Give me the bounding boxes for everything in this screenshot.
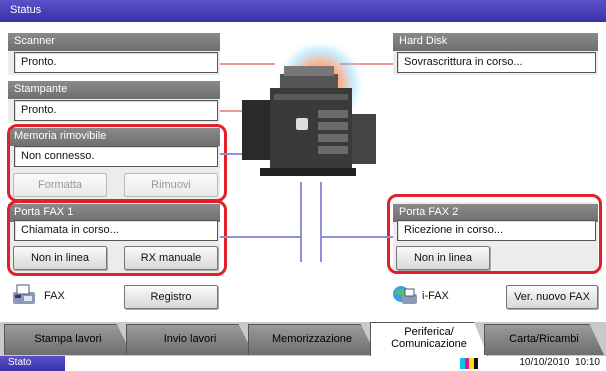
fax-port-2-status: Ricezione in corso... <box>397 220 596 241</box>
tab-print-jobs[interactable]: Stampa lavori <box>4 324 132 355</box>
status-button[interactable]: Stato <box>0 356 65 371</box>
tab-paper-supplies[interactable]: Carta/Ricambi <box>484 324 604 355</box>
tab-device-communication[interactable]: Periferica/ Comunicazione <box>370 322 488 356</box>
tab-device-line1: Periferica/ <box>404 326 454 338</box>
manual-rx-button[interactable]: RX manuale <box>124 246 218 270</box>
scanner-status: Pronto. <box>14 52 218 73</box>
fax-icon <box>13 284 35 304</box>
format-button[interactable]: Formatta <box>13 173 107 197</box>
tab-device-line2: Comunicazione <box>391 338 467 350</box>
tab-send-jobs[interactable]: Invio lavori <box>126 324 254 355</box>
printer-connector <box>220 110 242 112</box>
title-bar: Status <box>0 0 606 22</box>
fax-1-vertical-connector <box>300 182 302 262</box>
printer-status: Pronto. <box>14 100 218 121</box>
remove-button[interactable]: Rimuovi <box>124 173 218 197</box>
removable-memory-status: Non connesso. <box>14 146 218 167</box>
hard-disk-status: Sovrascrittura in corso... <box>397 52 596 73</box>
window-title: Status <box>10 4 42 16</box>
fax-2-vertical-connector <box>320 182 322 262</box>
scanner-label: Scanner <box>8 33 220 51</box>
toner-black <box>473 358 478 369</box>
status-panel: Scanner Pronto. Stampante Pronto. Memori… <box>0 22 606 322</box>
fax-2-connector <box>320 236 393 238</box>
removable-memory-label: Memoria rimovibile <box>8 128 220 146</box>
check-new-fax-button[interactable]: Ver. nuovo FAX <box>506 285 598 309</box>
datetime: 10/10/2010 10:10 <box>519 357 600 368</box>
hard-disk-label: Hard Disk <box>393 33 598 51</box>
fax-1-connector <box>220 236 302 238</box>
status-bar: Stato 10/10/2010 10:10 <box>0 356 606 371</box>
fax-port-1-offline-button[interactable]: Non in linea <box>13 246 107 270</box>
printer-label: Stampante <box>8 81 220 99</box>
ifax-icon <box>393 286 417 304</box>
mfp-device-image <box>242 44 376 176</box>
tab-storage-jobs[interactable]: Memorizzazione <box>248 324 376 355</box>
fax-label: FAX <box>44 290 65 302</box>
toner-level-indicator <box>460 358 478 369</box>
ifax-label: i-FAX <box>422 290 449 302</box>
tab-bar: Stampa lavori Invio lavori Memorizzazion… <box>0 322 606 356</box>
log-button[interactable]: Registro <box>124 285 218 309</box>
fax-port-2-offline-button[interactable]: Non in linea <box>396 246 490 270</box>
fax-port-1-status: Chiamata in corso... <box>14 220 218 241</box>
